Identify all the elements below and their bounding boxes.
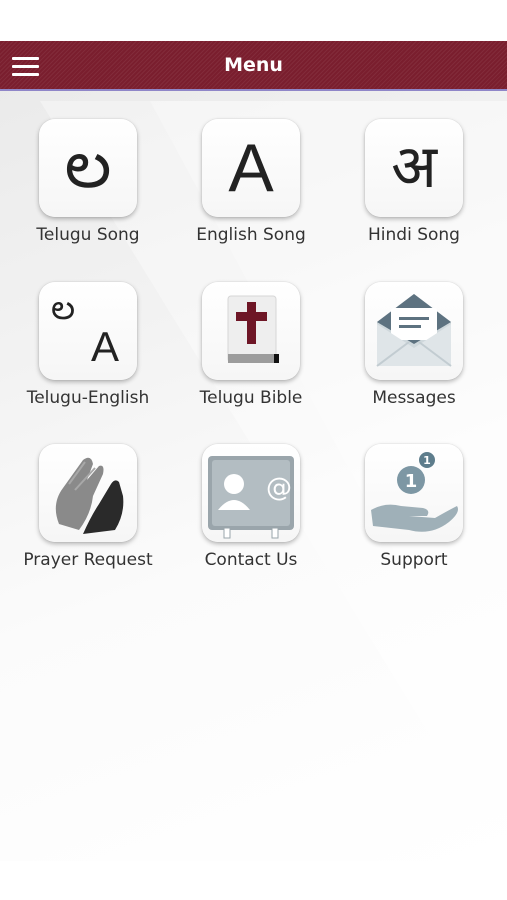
menu-item-label: Contact Us <box>204 550 298 570</box>
telugu-letter-icon: ల <box>39 119 137 217</box>
menu-item-telugu-song[interactable]: ల Telugu Song <box>3 119 173 269</box>
telugu-english-icon: ల A <box>39 282 137 380</box>
donation-hand-icon: 1 1 <box>365 444 463 542</box>
contact-card-icon: @ <box>202 444 300 542</box>
menu-item-prayer-request[interactable]: Prayer Request <box>3 444 173 594</box>
menu-item-hindi-song[interactable]: अ Hindi Song <box>329 119 499 269</box>
menu-item-contact-us[interactable]: @ Contact Us <box>166 444 336 594</box>
bible-icon <box>202 282 300 380</box>
top-app-bar: Menu <box>0 41 507 91</box>
menu-item-telugu-bible[interactable]: Telugu Bible <box>166 282 336 432</box>
envelope-icon <box>365 282 463 380</box>
letter-a-icon: A <box>202 119 300 217</box>
menu-item-label: Messages <box>372 388 456 408</box>
support-badge: 1 <box>423 454 431 467</box>
svg-text:@: @ <box>266 473 292 503</box>
page-title: Menu <box>224 54 283 76</box>
menu-item-messages[interactable]: Messages <box>329 282 499 432</box>
menu-item-label: Telugu Bible <box>199 388 303 408</box>
hindi-letter-icon: अ <box>365 119 463 217</box>
svg-text:1: 1 <box>405 471 418 492</box>
menu-item-telugu-english[interactable]: ల A Telugu-English <box>3 282 173 432</box>
app-screen: Menu ల Telugu Song A English Song अ Hind… <box>0 41 507 861</box>
praying-hands-icon <box>39 444 137 542</box>
menu-item-label: Support <box>380 550 448 570</box>
menu-item-label: English Song <box>196 225 306 245</box>
menu-item-support[interactable]: 1 1 Support <box>329 444 499 594</box>
menu-item-english-song[interactable]: A English Song <box>166 119 336 269</box>
menu-item-label: Hindi Song <box>368 225 460 245</box>
